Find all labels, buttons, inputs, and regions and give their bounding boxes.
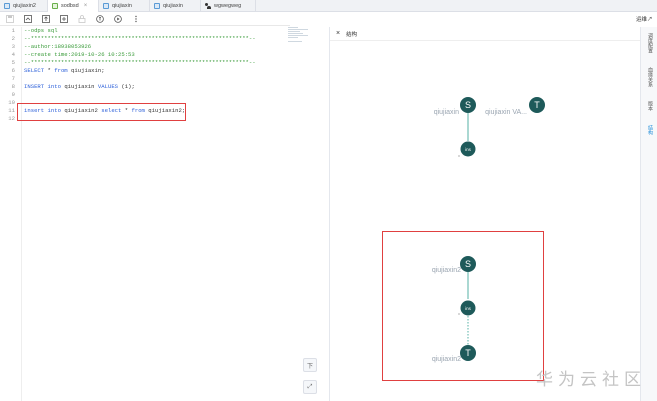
node-letter: T [534,100,540,110]
rail-item-structure[interactable]: 结构 [645,125,654,135]
rail-item-schedule-config[interactable]: 调度配置 [645,33,654,53]
watermark: 华为云社区 [536,370,646,390]
rail-item-lineage[interactable]: 血缘关系 [645,67,654,87]
node-label: qiujiaxin [434,109,459,116]
graph-node-insert[interactable]: ins [458,141,476,157]
node-label: qiujiaxin VA... [485,109,527,116]
graph-node-target[interactable]: T qiujiaxin VA... [485,97,545,116]
graph-node-source[interactable]: S qiujiaxin [434,97,476,116]
rail-item-version[interactable]: 版本 [645,101,654,111]
highlight-box-graph [382,231,544,381]
right-side-rail: 调度配置 血缘关系 版本 结构 [640,27,657,401]
structure-graph: S qiujiaxin T qiujiaxin VA... ins S qiuj… [432,97,545,363]
node-letter: ins [465,147,472,152]
node-letter: S [465,100,471,110]
